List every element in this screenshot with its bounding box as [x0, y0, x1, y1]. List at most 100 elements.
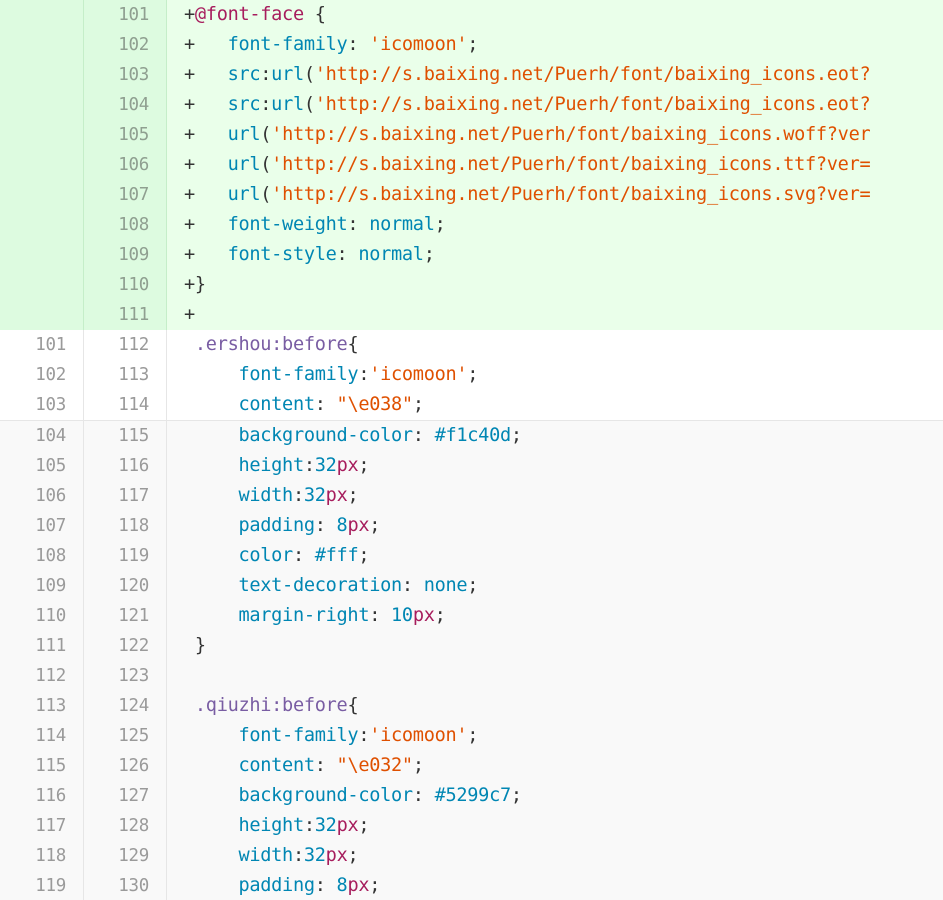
- old-line-number[interactable]: 117: [0, 811, 84, 841]
- code-token: :: [314, 875, 337, 896]
- code-content: }: [167, 631, 943, 661]
- code-token: :: [336, 244, 359, 265]
- code-token: +: [184, 214, 228, 235]
- code-token: font-family: [238, 725, 359, 746]
- new-line-number[interactable]: 130: [84, 871, 167, 900]
- code-content: [167, 661, 943, 691]
- new-line-number[interactable]: 127: [84, 781, 167, 811]
- new-line-number[interactable]: 111: [84, 300, 167, 330]
- new-line-number[interactable]: 102: [84, 30, 167, 60]
- code-token: padding: [238, 515, 315, 536]
- old-line-number[interactable]: [0, 180, 84, 210]
- new-line-number[interactable]: 109: [84, 240, 167, 270]
- code-content: + src:url('http://s.baixing.net/Puerh/fo…: [167, 60, 943, 90]
- code-token: +: [184, 64, 228, 85]
- old-line-number[interactable]: 102: [0, 360, 84, 390]
- code-token: ;: [412, 394, 424, 415]
- old-line-number[interactable]: [0, 0, 84, 30]
- old-line-number[interactable]: 101: [0, 330, 84, 360]
- new-line-number[interactable]: 119: [84, 541, 167, 571]
- old-line-number[interactable]: 114: [0, 721, 84, 751]
- old-line-number[interactable]: 113: [0, 691, 84, 721]
- new-line-number[interactable]: 122: [84, 631, 167, 661]
- code-token: +: [184, 154, 228, 175]
- new-line-number[interactable]: 128: [84, 811, 167, 841]
- new-line-number[interactable]: 103: [84, 60, 167, 90]
- new-line-number[interactable]: 124: [84, 691, 167, 721]
- diff-line: 105 116 height:32px;: [0, 451, 943, 481]
- old-line-number[interactable]: [0, 210, 84, 240]
- new-line-number[interactable]: 113: [84, 360, 167, 390]
- old-line-number[interactable]: [0, 300, 84, 330]
- code-content: height:32px;: [167, 451, 943, 481]
- new-line-number[interactable]: 101: [84, 0, 167, 30]
- old-line-number[interactable]: 112: [0, 661, 84, 691]
- code-token: px: [325, 485, 348, 506]
- code-token: 'http://s.baixing.net/Puerh/font/baixing…: [314, 94, 871, 115]
- old-line-number[interactable]: 104: [0, 421, 84, 451]
- old-line-number[interactable]: 115: [0, 751, 84, 781]
- code-token: normal: [369, 214, 435, 235]
- new-line-number[interactable]: 108: [84, 210, 167, 240]
- old-line-number[interactable]: 111: [0, 631, 84, 661]
- old-line-number[interactable]: 106: [0, 481, 84, 511]
- code-token: +: [184, 244, 228, 265]
- new-line-number[interactable]: 120: [84, 571, 167, 601]
- old-line-number[interactable]: 107: [0, 511, 84, 541]
- code-token: #fff: [314, 545, 359, 566]
- new-line-number[interactable]: 104: [84, 90, 167, 120]
- old-line-number[interactable]: 109: [0, 571, 84, 601]
- old-line-number[interactable]: 118: [0, 841, 84, 871]
- old-line-number[interactable]: 119: [0, 871, 84, 900]
- new-line-number[interactable]: 121: [84, 601, 167, 631]
- diff-line: 103 114 content: "\e038";: [0, 390, 943, 420]
- old-line-number[interactable]: 103: [0, 390, 84, 420]
- code-token: +: [184, 124, 228, 145]
- code-token: ;: [467, 725, 479, 746]
- diff-line: 105 + url('http://s.baixing.net/Puerh/fon…: [0, 120, 943, 150]
- code-token: :: [347, 214, 370, 235]
- old-line-number[interactable]: [0, 270, 84, 300]
- new-line-number[interactable]: 110: [84, 270, 167, 300]
- old-line-number[interactable]: 110: [0, 601, 84, 631]
- old-line-number[interactable]: [0, 90, 84, 120]
- new-line-number[interactable]: 126: [84, 751, 167, 781]
- code-token: +: [184, 304, 195, 325]
- code-token: "\e038": [336, 394, 414, 415]
- old-line-number[interactable]: 116: [0, 781, 84, 811]
- new-line-number[interactable]: 112: [84, 330, 167, 360]
- diff-line: 107 + url('http://s.baixing.net/Puerh/fon…: [0, 180, 943, 210]
- code-token: :: [358, 725, 370, 746]
- code-content: + font-weight: normal;: [167, 210, 943, 240]
- new-line-number[interactable]: 107: [84, 180, 167, 210]
- code-token: px: [412, 605, 435, 626]
- old-line-number[interactable]: 108: [0, 541, 84, 571]
- code-token: }: [184, 635, 206, 656]
- old-line-number[interactable]: [0, 150, 84, 180]
- new-line-number[interactable]: 106: [84, 150, 167, 180]
- code-token: :: [260, 94, 272, 115]
- new-line-number[interactable]: 115: [84, 421, 167, 451]
- code-token: "\e032": [336, 755, 414, 776]
- code-token: 32: [314, 815, 337, 836]
- old-line-number[interactable]: [0, 60, 84, 90]
- new-line-number[interactable]: 129: [84, 841, 167, 871]
- new-line-number[interactable]: 105: [84, 120, 167, 150]
- code-token: 'http://s.baixing.net/Puerh/font/baixing…: [271, 154, 871, 175]
- old-line-number[interactable]: [0, 240, 84, 270]
- new-line-number[interactable]: 116: [84, 451, 167, 481]
- new-line-number[interactable]: 123: [84, 661, 167, 691]
- code-token: :: [292, 485, 304, 506]
- new-line-number[interactable]: 118: [84, 511, 167, 541]
- code-token: (: [260, 184, 272, 205]
- new-line-number[interactable]: 125: [84, 721, 167, 751]
- diff-line: 110 +}: [0, 270, 943, 300]
- new-line-number[interactable]: 114: [84, 390, 167, 420]
- old-line-number[interactable]: [0, 30, 84, 60]
- old-line-number[interactable]: 105: [0, 451, 84, 481]
- old-line-number[interactable]: [0, 120, 84, 150]
- new-line-number[interactable]: 117: [84, 481, 167, 511]
